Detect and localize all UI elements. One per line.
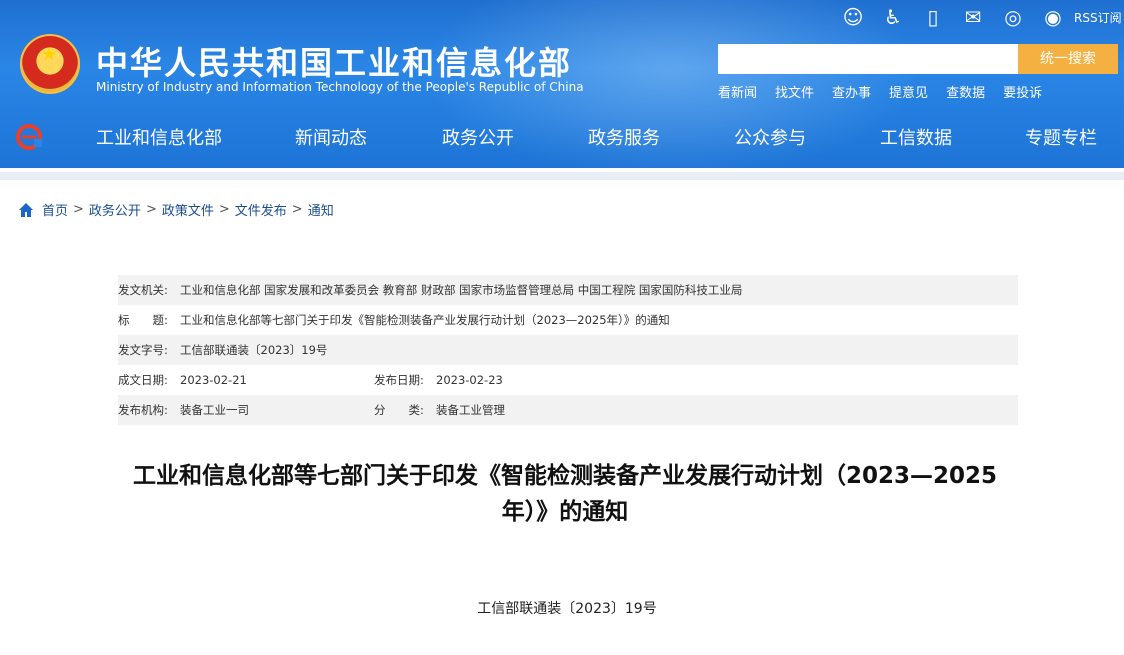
breadcrumb: 首页 > 政务公开 > 政策文件 > 文件发布 > 通知 xyxy=(18,200,334,219)
category-value: 装备工业管理 xyxy=(436,403,505,417)
top-icon-bar: ☺ ♿ ▯ ✉ ◎ ◉ RSS订阅 xyxy=(840,3,1122,31)
mail-icon[interactable]: ✉ xyxy=(960,4,986,30)
doc-no-label: 发文字号: xyxy=(118,343,168,357)
breadcrumb-home[interactable]: 首页 xyxy=(42,200,68,219)
published-label: 发布日期: xyxy=(374,373,424,387)
issuer-value: 工业和信息化部 国家发展和改革委员会 教育部 财政部 国家市场监督管理总局 中国… xyxy=(180,283,743,297)
category-label: 分 类: xyxy=(374,403,424,417)
quick-link-complaint[interactable]: 要投诉 xyxy=(1003,82,1042,101)
doc-no-value: 工信部联通装〔2023〕19号 xyxy=(180,343,328,357)
nav-item-data[interactable]: 工信数据 xyxy=(880,124,952,150)
accessibility-icon[interactable]: ♿ xyxy=(880,4,906,30)
search-input[interactable] xyxy=(718,44,1018,74)
header-divider xyxy=(0,172,1124,180)
breadcrumb-separator: > xyxy=(291,202,303,217)
national-emblem-icon[interactable]: ★ xyxy=(20,34,80,94)
created-value: 2023-02-21 xyxy=(180,373,247,387)
quick-link-services[interactable]: 查办事 xyxy=(832,82,871,101)
quick-link-data[interactable]: 查数据 xyxy=(946,82,985,101)
title-label: 标 题: xyxy=(118,313,168,327)
article-doc-number: 工信部联通装〔2023〕19号 xyxy=(477,601,657,617)
title-value: 工业和信息化部等七部门关于印发《智能检测装备产业发展行动计划（2023—2025… xyxy=(180,313,670,327)
meta-row-title: 标 题: 工业和信息化部等七部门关于印发《智能检测装备产业发展行动计划（2023… xyxy=(118,305,1018,335)
created-label: 成文日期: xyxy=(118,373,168,387)
org-label: 发布机构: xyxy=(118,403,168,417)
e-logo-icon[interactable] xyxy=(16,124,42,150)
nav-item-participation[interactable]: 公众参与 xyxy=(734,124,806,150)
breadcrumb-separator: > xyxy=(73,202,84,217)
nav-item-topics[interactable]: 专题专栏 xyxy=(1025,124,1097,150)
breadcrumb-notice[interactable]: 通知 xyxy=(308,200,334,219)
meta-row-issuer: 发文机关: 工业和信息化部 国家发展和改革委员会 教育部 财政部 国家市场监督管… xyxy=(118,275,1018,305)
quick-link-suggest[interactable]: 提意见 xyxy=(889,82,928,101)
quick-link-files[interactable]: 找文件 xyxy=(775,82,814,101)
document-metadata: 发文机关: 工业和信息化部 国家发展和改革委员会 教育部 财政部 国家市场监督管… xyxy=(118,275,1018,425)
site-title[interactable]: 中华人民共和国工业和信息化部 xyxy=(96,38,572,84)
article-title: 工业和信息化部等七部门关于印发《智能检测装备产业发展行动计划（2023—2025… xyxy=(110,458,1020,530)
home-icon[interactable] xyxy=(18,202,34,218)
robot-icon[interactable]: ☺ xyxy=(840,4,866,30)
search-button[interactable]: 统一搜索 xyxy=(1018,44,1118,74)
org-value: 装备工业一司 xyxy=(180,403,249,417)
article-title-line-1: 工业和信息化部等七部门关于印发《智能检测装备产业发展行动计划（2023—2025 xyxy=(132,463,998,489)
wechat-icon[interactable]: ◎ xyxy=(1000,4,1026,30)
breadcrumb-separator: > xyxy=(145,202,157,217)
nav-item-affairs[interactable]: 政务公开 xyxy=(442,124,514,150)
nav-item-services[interactable]: 政务服务 xyxy=(588,124,660,150)
published-value: 2023-02-23 xyxy=(436,373,503,387)
nav-item-news[interactable]: 新闻动态 xyxy=(295,124,367,150)
meta-row-dates: 成文日期: 2023-02-21 发布日期: 2023-02-23 xyxy=(118,365,1018,395)
breadcrumb-policy[interactable]: 政策文件 xyxy=(162,200,214,219)
issuer-label: 发文机关: xyxy=(118,283,168,297)
mobile-icon[interactable]: ▯ xyxy=(920,4,946,30)
nav-item-ministry[interactable]: 工业和信息化部 xyxy=(96,124,222,150)
meta-row-docno: 发文字号: 工信部联通装〔2023〕19号 xyxy=(118,335,1018,365)
site-subtitle: Ministry of Industry and Information Tec… xyxy=(96,80,584,94)
breadcrumb-release[interactable]: 文件发布 xyxy=(235,200,287,219)
quick-links: 看新闻 找文件 查办事 提意见 查数据 要投诉 xyxy=(718,82,1042,101)
meta-row-org: 发布机构: 装备工业一司 分 类: 装备工业管理 xyxy=(118,395,1018,425)
article-title-line-2: 年）》的通知 xyxy=(501,499,629,525)
breadcrumb-separator: > xyxy=(218,202,230,217)
weibo-icon[interactable]: ◉ xyxy=(1040,4,1066,30)
rss-link[interactable]: RSS订阅 xyxy=(1074,9,1122,26)
site-header: ★ 中华人民共和国工业和信息化部 Ministry of Industry an… xyxy=(0,0,1124,168)
quick-link-news[interactable]: 看新闻 xyxy=(718,82,757,101)
breadcrumb-affairs[interactable]: 政务公开 xyxy=(89,200,141,219)
main-nav: 工业和信息化部 新闻动态 政务公开 政务服务 公众参与 工信数据 专题专栏 xyxy=(0,112,1124,162)
